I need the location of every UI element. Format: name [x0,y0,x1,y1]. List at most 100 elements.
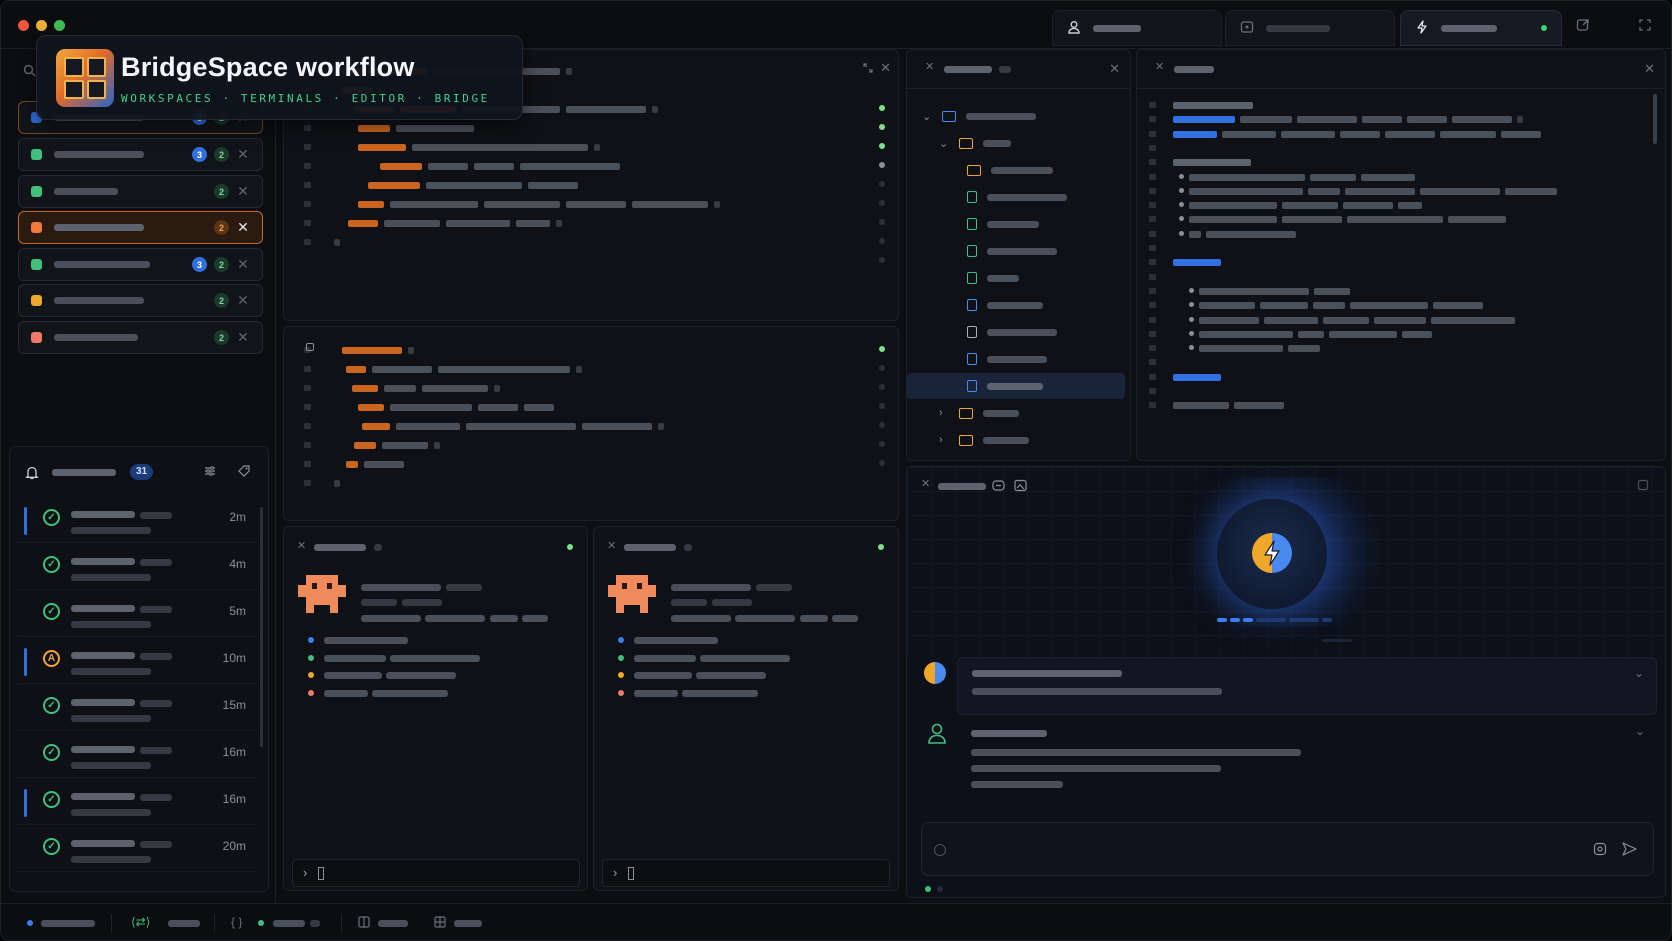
chevron-icon[interactable]: ⌄ [939,137,949,150]
workspace-item[interactable]: 2 ✕ [18,211,263,244]
close-window-button[interactable] [18,20,29,31]
file-icon [967,245,977,257]
notification-item[interactable]: ✓ 15m [18,685,258,731]
layout-icon[interactable] [358,916,370,930]
chevron-icon[interactable]: ⌄ [922,110,932,123]
close-panel-icon[interactable]: ✕ [1109,62,1120,75]
close-terminal-icon[interactable]: ✕ [607,541,616,552]
message-user[interactable]: ⌄ [957,720,1657,800]
notification-item[interactable]: ✓ 2m [18,497,258,543]
tree-file[interactable] [957,186,1067,208]
workspace-badge: 2 [214,257,229,272]
chevron-icon[interactable]: › [939,434,949,446]
close-terminal-icon[interactable]: ✕ [297,541,306,552]
check-icon: ✓ [43,697,60,714]
notification-time: 4m [229,557,246,571]
close-workspace-icon[interactable]: ✕ [236,183,250,200]
chat-input[interactable] [921,822,1654,876]
check-icon: ✓ [43,791,60,808]
emoji-icon[interactable] [1593,842,1607,858]
notification-item[interactable]: ✓ 4m [18,544,258,590]
notification-time: 16m [222,792,246,806]
close-workspace-icon[interactable]: ✕ [236,256,250,273]
close-tab-icon[interactable]: ✕ [921,479,930,490]
close-panel-icon[interactable]: ✕ [880,61,891,74]
send-icon[interactable] [1622,842,1637,858]
folder-icon [942,110,956,122]
expand-icon[interactable] [862,62,874,76]
tree-file[interactable] [957,267,1019,289]
tree-folder[interactable]: › [939,429,1029,451]
status-bar: ⟨⇄⟩ { } [1,903,1671,940]
code-icon[interactable]: { } [231,916,242,928]
tab-bridge[interactable] [1400,10,1562,46]
tab-profile[interactable] [1052,10,1222,46]
message-bridge[interactable]: ⌄ [957,657,1657,715]
tree-file[interactable] [957,348,1047,370]
notification-item[interactable]: ✓ 16m [18,779,258,825]
warning-icon: A [43,650,60,667]
close-workspace-icon[interactable]: ✕ [236,292,250,309]
close-panel-icon[interactable]: ✕ [1644,62,1655,75]
minimize-window-button[interactable] [36,20,47,31]
maximize-window-button[interactable] [54,20,65,31]
notification-item[interactable]: ✓ 20m [18,826,258,872]
tree-folder[interactable]: ⌄ [922,105,1036,127]
close-workspace-icon[interactable]: ✕ [236,146,250,163]
tree-folder[interactable]: ⌄ [939,132,1011,154]
attach-icon[interactable] [934,844,946,856]
terminal-input[interactable]: › [292,859,580,887]
tree-file[interactable] [957,294,1043,316]
file-icon [967,380,977,392]
tree-folder[interactable] [957,159,1053,181]
grid-icon[interactable] [434,916,446,930]
link-icon[interactable] [992,479,1005,494]
terminal-status-dot [567,544,573,550]
image-icon[interactable] [1014,479,1027,494]
close-workspace-icon[interactable]: ✕ [236,219,250,236]
bridge-avatar [921,659,949,687]
notification-item[interactable]: ✓ 5m [18,591,258,637]
check-icon: ✓ [43,838,60,855]
tree-folder[interactable]: › [939,402,1019,424]
workspace-color-swatch [31,186,42,197]
tree-file[interactable] [957,240,1057,262]
progress-indicator [1217,618,1332,622]
terminal-status-dot [878,544,884,550]
new-window-icon[interactable] [1576,18,1590,34]
chevron-icon[interactable]: › [939,407,949,419]
bridge-orb [1217,499,1327,609]
close-tab-icon[interactable]: ✕ [925,62,934,73]
workspace-item[interactable]: 2 ✕ [18,284,263,317]
file-icon [967,191,977,203]
notifications-scrollbar[interactable] [260,507,263,747]
branch-status-dot [27,920,33,926]
workspace-item[interactable]: 2 ✕ [18,321,263,354]
notification-item[interactable]: A 10m [18,638,258,684]
workspace-item[interactable]: 32 ✕ [18,138,263,171]
terminal-input[interactable]: › [602,859,890,887]
search-icon[interactable] [23,64,36,79]
collapse-chevron-icon[interactable]: ⌄ [1634,666,1644,680]
file-icon [967,299,977,311]
tag-icon[interactable] [237,464,251,480]
maximize-icon[interactable] [1637,479,1649,493]
brand-card: BridgeSpace workflow WORKSPACES · TERMIN… [36,35,523,120]
sync-icon[interactable]: ⟨⇄⟩ [131,916,150,928]
fullscreen-icon[interactable] [1638,18,1652,34]
workspace-item[interactable]: 2 ✕ [18,175,263,208]
tree-file[interactable] [957,213,1039,235]
workspace-item[interactable]: 32 ✕ [18,248,263,281]
workspace-color-swatch [31,332,42,343]
tree-file[interactable] [957,321,1057,343]
filter-icon[interactable] [203,464,217,480]
collapse-chevron-icon[interactable]: ⌄ [1635,724,1645,738]
markdown-scrollbar[interactable] [1653,94,1657,144]
markdown-panel: ✕ ✕ [1136,49,1666,461]
tab-terminal[interactable] [1225,10,1395,46]
close-tab-icon[interactable]: ✕ [1155,62,1164,73]
folder-icon [959,434,973,446]
tree-file[interactable] [957,375,1043,397]
notification-item[interactable]: ✓ 16m [18,732,258,778]
close-workspace-icon[interactable]: ✕ [236,329,250,346]
